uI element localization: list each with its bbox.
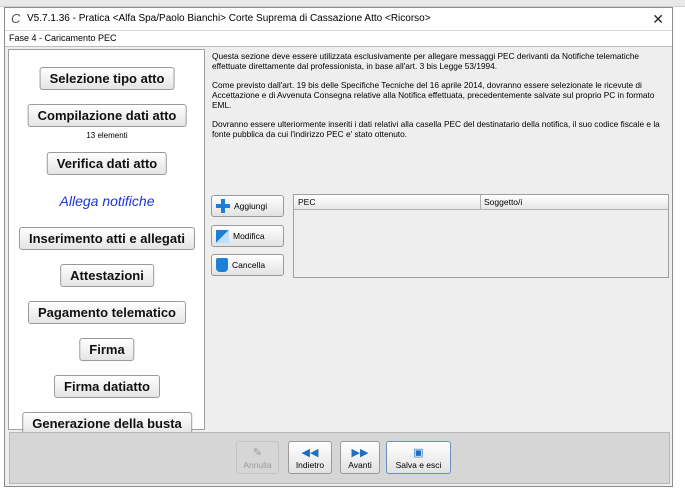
app-logo-icon: C <box>11 11 21 26</box>
step-selezione-tipo-atto[interactable]: Selezione tipo atto <box>39 67 175 90</box>
description: Questa sezione deve essere utilizzata es… <box>212 51 668 148</box>
description-paragraph: Questa sezione deve essere utilizzata es… <box>212 51 640 71</box>
back-button[interactable]: ◀◀ Indietro <box>288 441 332 474</box>
main-window: C V5.7.1.36 - Pratica <Alfa Spa/Paolo Bi… <box>4 7 673 487</box>
forward-button[interactable]: ▶▶ Avanti <box>340 441 380 474</box>
cancel-button[interactable]: ✎ Annulla <box>236 441 279 474</box>
phase-bar: Fase 4 - Caricamento PEC <box>5 31 672 47</box>
pec-table[interactable]: PEC Soggetto/i <box>293 194 669 278</box>
step-firma-datiatto[interactable]: Firma datiatto <box>54 375 160 398</box>
fast-forward-icon: ▶▶ <box>351 447 369 459</box>
content-panel: Questa sezione deve essere utilizzata es… <box>208 47 671 430</box>
rewind-icon: ◀◀ <box>301 447 319 459</box>
delete-button-label: Cancella <box>232 260 266 270</box>
step-firma[interactable]: Firma <box>79 338 135 361</box>
step-compilazione-count: 13 elementi <box>86 131 128 140</box>
step-allega-notifiche[interactable]: Allega notifiche <box>50 189 165 213</box>
save-exit-button-label: Salva e esci <box>395 460 442 470</box>
column-header-soggetto[interactable]: Soggetto/i <box>484 197 522 207</box>
pencil-icon: ✎ <box>252 447 263 459</box>
phase-title: Fase 4 - Caricamento PEC <box>9 33 117 43</box>
description-paragraph: Dovranno essere ulteriormente inseriti i… <box>212 119 660 139</box>
back-button-label: Indietro <box>295 460 325 470</box>
step-pagamento-telematico[interactable]: Pagamento telematico <box>28 301 186 324</box>
column-separator <box>480 195 481 209</box>
add-button[interactable]: Aggiungi <box>211 195 284 217</box>
cancel-button-label: Annulla <box>243 460 272 470</box>
add-button-label: Aggiungi <box>234 201 268 211</box>
step-inserimento-atti-allegati[interactable]: Inserimento atti e allegati <box>18 227 196 250</box>
close-icon[interactable]: ✕ <box>652 11 664 28</box>
window-title: V5.7.1.36 - Pratica <Alfa Spa/Paolo Bian… <box>27 13 431 24</box>
steps-panel: Selezione tipo atto Compilazione dati at… <box>8 49 205 435</box>
delete-button[interactable]: Cancella <box>211 254 284 276</box>
trash-icon <box>216 258 228 272</box>
step-verifica-dati-atto[interactable]: Verifica dati atto <box>46 152 168 175</box>
save-disk-icon: ▣ <box>413 447 424 459</box>
pencil-icon <box>216 229 229 243</box>
forward-button-label: Avanti <box>348 460 372 470</box>
footer-bar: ✎ Annulla ◀◀ Indietro ▶▶ Avanti ▣ Salva … <box>9 432 670 484</box>
save-exit-button[interactable]: ▣ Salva e esci <box>386 441 451 474</box>
top-strip <box>0 0 685 7</box>
column-header-pec[interactable]: PEC <box>298 197 315 207</box>
step-compilazione-dati-atto[interactable]: Compilazione dati atto <box>27 104 187 127</box>
edit-button[interactable]: Modifica <box>211 225 284 247</box>
edit-button-label: Modifica <box>233 231 265 241</box>
table-header: PEC Soggetto/i <box>294 195 668 210</box>
description-paragraph: Come previsto dall'art. 19 bis delle Spe… <box>212 80 655 110</box>
step-attestazioni[interactable]: Attestazioni <box>60 264 154 287</box>
title-bar: C V5.7.1.36 - Pratica <Alfa Spa/Paolo Bi… <box>5 8 672 31</box>
plus-icon <box>216 199 230 213</box>
